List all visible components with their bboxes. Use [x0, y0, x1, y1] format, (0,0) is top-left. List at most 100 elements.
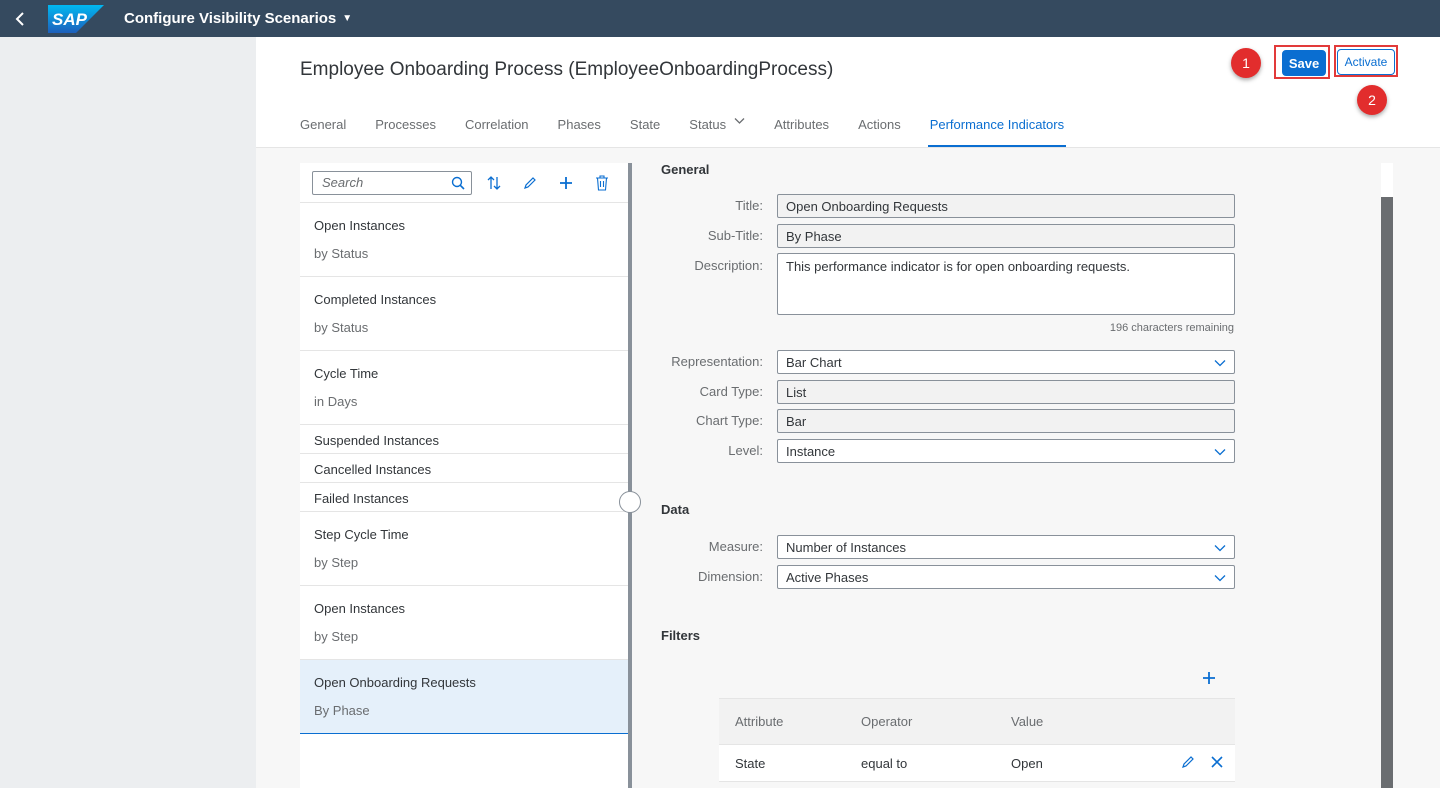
level-label: Level:: [728, 443, 763, 458]
list-item-title: Failed Instances: [314, 491, 409, 506]
list-item-subtitle: by Status: [314, 320, 369, 335]
list-item[interactable]: Cancelled Instances: [300, 454, 628, 483]
section-data-title: Data: [661, 502, 690, 517]
indicator-list-panel: Search Open Instances by Status Complete…: [300, 163, 628, 788]
filters-table: Attribute Operator Value State equal to …: [719, 698, 1235, 782]
dimension-value: Active Phases: [786, 569, 869, 585]
remove-filter-icon[interactable]: [1211, 755, 1223, 771]
section-general-title: General: [661, 162, 710, 177]
list-item-title: Suspended Instances: [314, 433, 440, 448]
chevron-down-icon: [1214, 444, 1226, 459]
tab-correlation[interactable]: Correlation: [465, 117, 529, 147]
list-item-title: Cancelled Instances: [314, 462, 432, 477]
step-badge-2: 2: [1357, 85, 1387, 115]
search-input[interactable]: Search: [312, 170, 472, 195]
splitter-handle[interactable]: [619, 491, 641, 513]
list-item-subtitle: by Step: [314, 629, 359, 644]
tab-actions[interactable]: Actions: [858, 117, 901, 147]
chevron-down-icon: [1214, 355, 1226, 370]
app-title-label: Configure Visibility Scenarios: [124, 10, 337, 27]
list-item[interactable]: Step Cycle Time by Step: [300, 512, 628, 586]
list-item[interactable]: Completed Instances by Status: [300, 277, 628, 351]
splitter-bar[interactable]: [628, 163, 632, 788]
section-filters-title: Filters: [661, 628, 701, 643]
table-row: State equal to Open: [719, 744, 1235, 782]
cell-attribute: State: [735, 755, 766, 771]
list-item[interactable]: Cycle Time in Days: [300, 351, 628, 425]
tab-phases[interactable]: Phases: [558, 117, 601, 147]
edit-filter-icon[interactable]: [1181, 755, 1195, 772]
representation-select[interactable]: Bar Chart: [777, 350, 1235, 374]
add-filter-icon[interactable]: [1197, 666, 1221, 690]
list-item-subtitle: By Phase: [314, 703, 370, 718]
save-button[interactable]: Save: [1282, 50, 1326, 76]
list-item-title: Open Onboarding Requests: [314, 675, 476, 690]
tab-attributes[interactable]: Attributes: [774, 117, 829, 147]
sort-icon[interactable]: [476, 170, 512, 196]
title-field[interactable]: Open Onboarding Requests: [777, 194, 1235, 218]
object-page: Employee Onboarding Process (EmployeeOnb…: [256, 37, 1440, 788]
tab-status-label: Status: [689, 117, 727, 132]
indicator-form: General Title: Open Onboarding Requests …: [648, 162, 1393, 788]
tab-performance-indicators[interactable]: Performance Indicators: [927, 117, 1067, 147]
list-item-title: Completed Instances: [314, 292, 437, 307]
edit-icon[interactable]: [512, 170, 548, 196]
list-item[interactable]: Open Instances by Status: [300, 203, 628, 277]
chevron-down-icon: [734, 117, 745, 128]
measure-select[interactable]: Number of Instances: [777, 535, 1235, 559]
description-label: Description:: [694, 258, 763, 273]
col-value: Value: [1011, 714, 1044, 729]
caret-down-icon: ▼: [342, 13, 353, 24]
subtitle-label: Sub-Title:: [707, 228, 763, 243]
step-badge-1: 1: [1231, 48, 1261, 78]
chevron-down-icon: [1214, 540, 1226, 555]
list-item-title: Step Cycle Time: [314, 527, 409, 542]
dimension-label: Dimension:: [697, 569, 763, 584]
list-item-selected[interactable]: Open Onboarding Requests By Phase: [300, 660, 628, 734]
list-item[interactable]: Suspended Instances: [300, 425, 628, 454]
back-icon[interactable]: [0, 0, 40, 37]
tab-bar: General Processes Correlation Phases Sta…: [300, 117, 1093, 147]
col-attribute: Attribute: [735, 714, 784, 729]
subtitle-field[interactable]: By Phase: [777, 224, 1235, 248]
chars-remaining: 196 characters remaining: [1109, 322, 1234, 334]
chevron-down-icon: [1214, 570, 1226, 585]
list-item-subtitle: in Days: [314, 394, 358, 409]
filters-table-header: Attribute Operator Value: [719, 698, 1235, 744]
list-item-subtitle: by Step: [314, 555, 359, 570]
left-gutter: [0, 37, 256, 788]
list-item-subtitle: by Status: [314, 246, 369, 261]
delete-icon[interactable]: [584, 170, 620, 196]
dimension-select[interactable]: Active Phases: [777, 565, 1235, 589]
level-value: Instance: [786, 443, 836, 459]
col-operator: Operator: [861, 714, 913, 729]
list-item-title: Cycle Time: [314, 366, 379, 381]
card-type-label: Card Type:: [699, 384, 763, 399]
tab-state[interactable]: State: [630, 117, 660, 147]
cell-operator: equal to: [861, 755, 908, 771]
tab-processes[interactable]: Processes: [375, 117, 436, 147]
measure-value: Number of Instances: [786, 539, 906, 555]
tab-general[interactable]: General: [300, 117, 346, 147]
shell-bar: SAP Configure Visibility Scenarios ▼: [0, 0, 1440, 37]
description-textarea[interactable]: This performance indicator is for open o…: [777, 253, 1235, 315]
chart-type-field: Bar: [777, 409, 1235, 433]
measure-label: Measure:: [708, 539, 763, 554]
list-toolbar: Search: [300, 163, 628, 203]
scrollbar-thumb[interactable]: [1381, 197, 1393, 788]
chart-type-label: Chart Type:: [696, 413, 763, 428]
svg-text:SAP: SAP: [52, 10, 88, 29]
add-icon[interactable]: [548, 170, 584, 196]
tab-status[interactable]: Status: [689, 117, 745, 147]
list-item[interactable]: Open Instances by Step: [300, 586, 628, 660]
list-item[interactable]: Failed Instances: [300, 483, 628, 512]
level-select[interactable]: Instance: [777, 439, 1235, 463]
sap-logo: SAP: [48, 4, 104, 33]
representation-value: Bar Chart: [786, 354, 842, 370]
activate-button[interactable]: Activate: [1337, 49, 1395, 75]
search-icon[interactable]: [445, 176, 471, 190]
app-title[interactable]: Configure Visibility Scenarios ▼: [124, 10, 352, 27]
cell-value: Open: [1011, 755, 1043, 771]
list-item-title: Open Instances: [314, 601, 406, 616]
page-title: Employee Onboarding Process (EmployeeOnb…: [300, 59, 834, 80]
